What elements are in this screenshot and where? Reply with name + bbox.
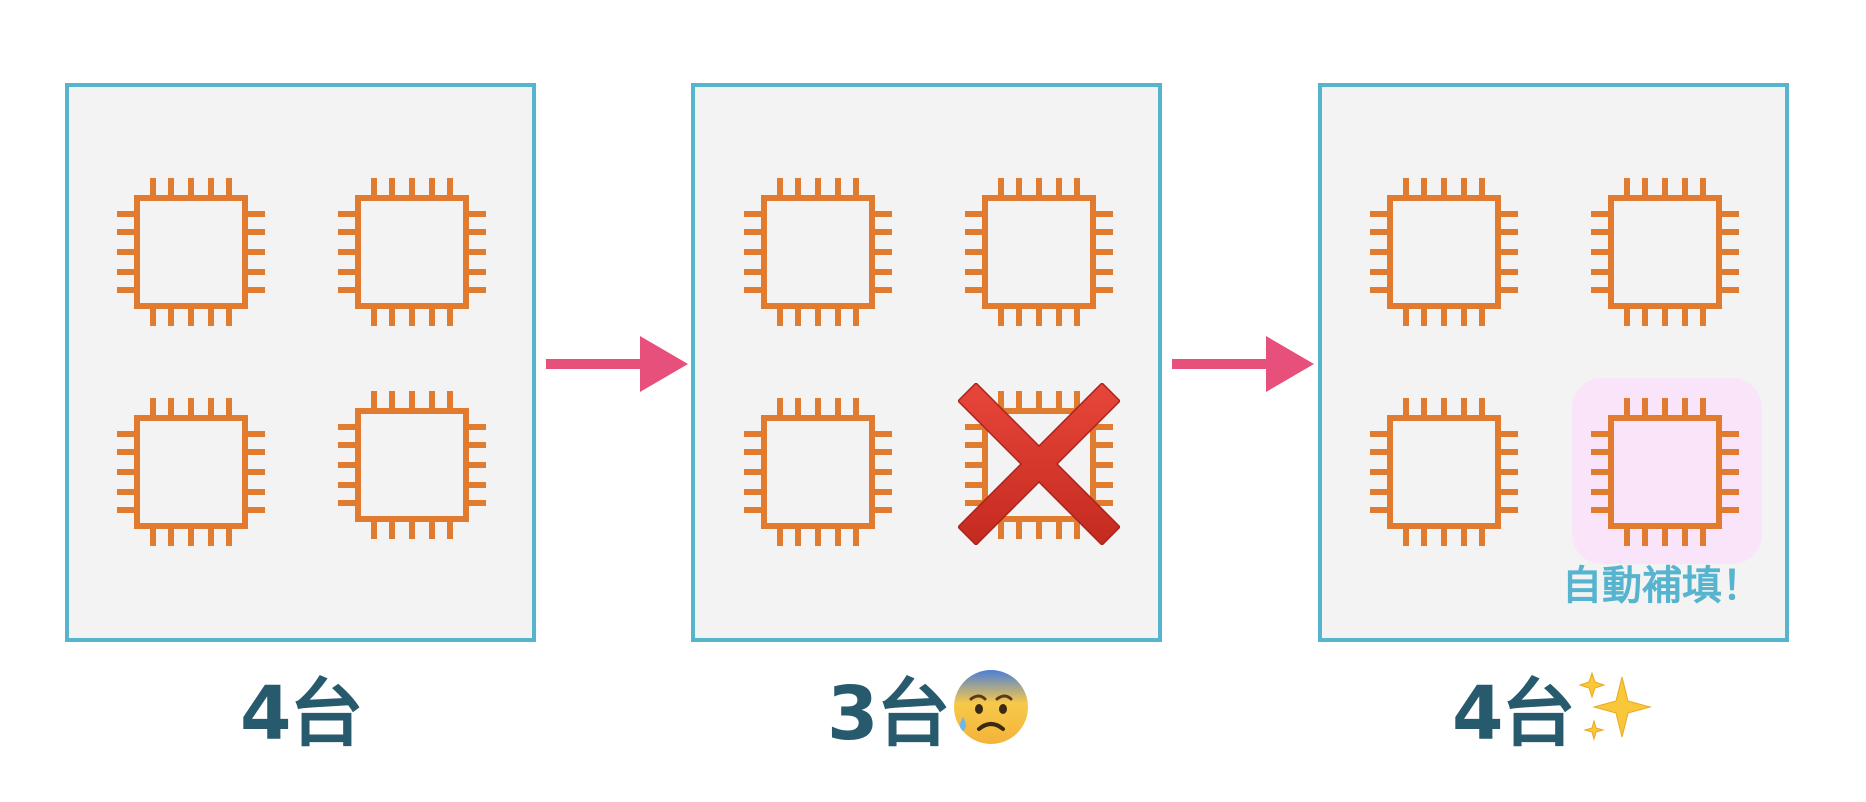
right-arrow-icon [1172,336,1314,392]
cpu-chip-icon [336,389,488,541]
right-arrow-icon [546,336,688,392]
cpu-chip-icon [1589,176,1741,328]
cpu-chip-icon [742,396,894,548]
count-text: 4台 [240,670,363,757]
server-count-label: 3台 [827,662,1031,757]
red-cross-icon [958,383,1120,545]
panel-initial [65,83,536,642]
cpu-chip-icon [1368,396,1520,548]
count-text: 4台 [1452,670,1575,757]
server-count-label: 4台 [1452,662,1656,757]
cpu-chip-icon [963,176,1115,328]
sparkles-icon [1576,667,1656,747]
server-count-label: 4台 [240,662,363,757]
cpu-chip-icon [1589,396,1741,548]
count-text: 3台 [827,670,950,757]
cpu-chip-icon [1368,176,1520,328]
cpu-chip-icon [336,176,488,328]
cpu-chip-icon [115,396,267,548]
cpu-chip-icon [742,176,894,328]
auto-fill-callout: 自動補填！ [1562,563,1762,609]
panel-failure [691,83,1162,642]
cpu-chip-icon [115,176,267,328]
anxious-face-with-sweat-icon [951,667,1031,747]
